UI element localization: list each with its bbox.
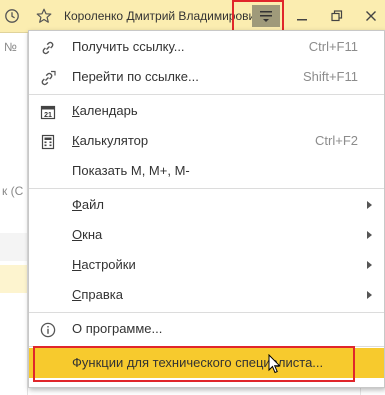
- background-window-left: [0, 33, 28, 395]
- menu-item-help[interactable]: Справка: [29, 280, 384, 310]
- menu-item-label: Справка: [72, 287, 123, 302]
- menu-item-mnemonic: Ф: [72, 197, 82, 212]
- link-icon: [39, 39, 56, 56]
- menu-item-show-memory[interactable]: Показать М, М+, М-: [29, 156, 384, 186]
- main-menu-button[interactable]: [252, 5, 280, 27]
- menu-item-mnemonic: К: [72, 133, 80, 148]
- star-icon[interactable]: [34, 0, 54, 32]
- menu-item-tech-specialist-functions[interactable]: Функции для технического специалиста...: [29, 348, 384, 378]
- menu-item-label: Файл: [72, 197, 104, 212]
- main-menu-dropdown: Получить ссылку... Ctrl+F11 Перейти по с…: [28, 30, 385, 388]
- calendar-icon: 21: [39, 103, 56, 120]
- restore-icon[interactable]: [327, 0, 347, 32]
- background-column-header: №: [4, 40, 17, 54]
- user-name: Короленко Дмитрий Владимирович: [64, 9, 262, 23]
- menu-item-label: Показать М, М+, М-: [72, 163, 190, 178]
- menu-item-mnemonic: О: [72, 227, 83, 242]
- background-search-fragment: к (С: [2, 184, 24, 198]
- menu-item-settings[interactable]: Настройки: [29, 250, 384, 280]
- menu-item-mnemonic: К: [72, 103, 80, 118]
- close-icon[interactable]: [361, 0, 381, 32]
- menu-item-label: Настройки: [72, 257, 136, 272]
- menu-item-label: Календарь: [72, 103, 138, 118]
- info-icon: [39, 321, 56, 338]
- menu-item-mnemonic: С: [72, 287, 82, 302]
- submenu-arrow-icon: [367, 261, 372, 269]
- menu-item-label: Перейти по ссылке...: [72, 69, 199, 84]
- submenu-arrow-icon: [367, 231, 372, 239]
- menu-item-label: Получить ссылку...: [72, 39, 185, 54]
- menu-item-about[interactable]: О программе...: [29, 314, 384, 344]
- history-icon[interactable]: [2, 0, 22, 32]
- menu-separator: [29, 94, 384, 95]
- menu-separator: [29, 346, 384, 347]
- calculator-icon: [39, 133, 56, 150]
- menu-item-calendar[interactable]: 21 Календарь: [29, 96, 384, 126]
- menu-item-shortcut: Ctrl+F2: [315, 133, 358, 148]
- menu-separator: [29, 312, 384, 313]
- mouse-cursor-icon: [268, 353, 282, 377]
- title-bar: Короленко Дмитрий Владимирович: [0, 0, 385, 33]
- submenu-arrow-icon: [367, 201, 372, 209]
- menu-item-label: Функции для технического специалиста...: [72, 355, 324, 370]
- main-menu-icon: [259, 9, 273, 23]
- menu-item-follow-link[interactable]: Перейти по ссылке... Shift+F11: [29, 62, 384, 92]
- menu-item-label: Окна: [72, 227, 103, 242]
- menu-item-windows[interactable]: Окна: [29, 220, 384, 250]
- menu-item-shortcut: Shift+F11: [302, 69, 358, 84]
- menu-item-file[interactable]: Файл: [29, 190, 384, 220]
- menu-item-label: Калькулятор: [72, 133, 149, 148]
- minimize-icon[interactable]: [292, 0, 312, 32]
- menu-item-mnemonic: Н: [72, 257, 82, 272]
- menu-item-shortcut: Ctrl+F11: [308, 39, 358, 54]
- menu-item-calculator[interactable]: Калькулятор Ctrl+F2: [29, 126, 384, 156]
- menu-item-get-link[interactable]: Получить ссылку... Ctrl+F11: [29, 32, 384, 62]
- submenu-arrow-icon: [367, 291, 372, 299]
- menu-item-label: О программе...: [72, 321, 163, 336]
- svg-text:21: 21: [44, 112, 52, 119]
- menu-separator: [29, 188, 384, 189]
- follow-link-icon: [39, 69, 56, 86]
